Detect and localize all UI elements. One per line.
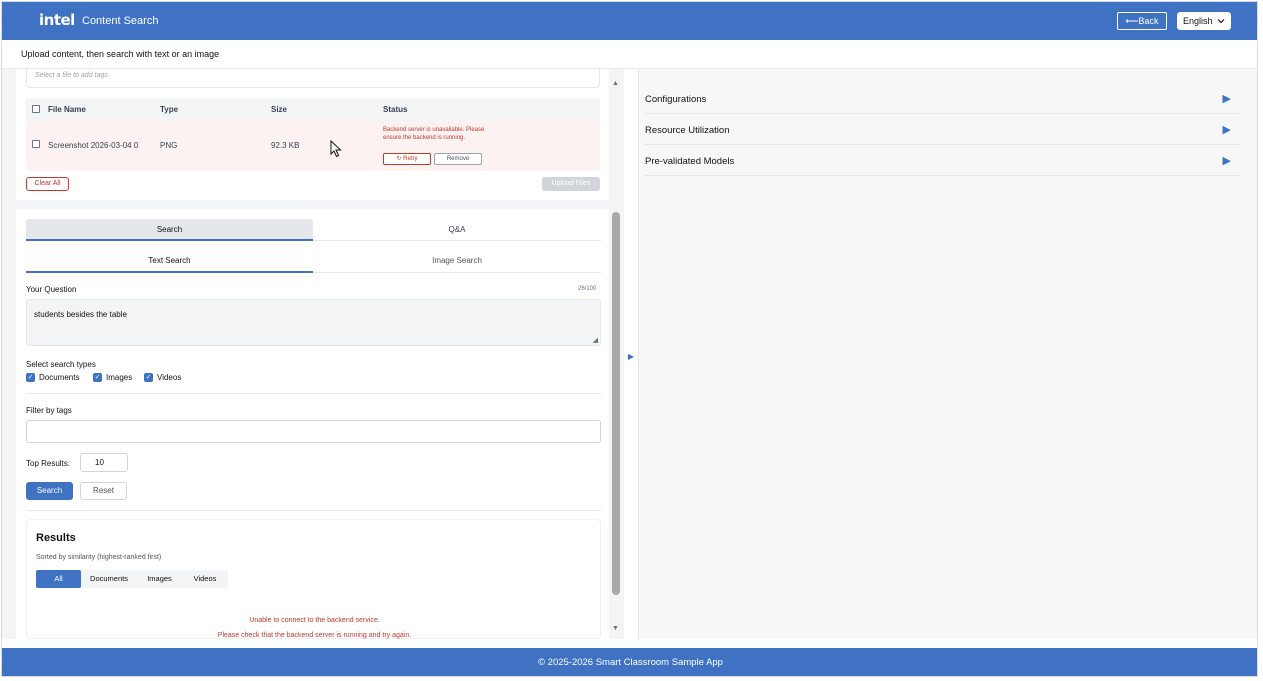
row-checkbox[interactable] bbox=[32, 140, 40, 148]
top-results-label: Top Results: bbox=[26, 459, 71, 468]
expand-arrow-icon: ▶ bbox=[1222, 93, 1231, 105]
filter-documents-button[interactable]: Documents bbox=[81, 570, 137, 588]
divider bbox=[26, 393, 601, 394]
filter-images-button[interactable]: Images bbox=[137, 570, 182, 588]
intel-logo: intel bbox=[39, 11, 75, 29]
subheader: Upload content, then search with text or… bbox=[2, 40, 1257, 69]
divider bbox=[26, 510, 601, 511]
accordion-configurations[interactable]: Configurations ▶ bbox=[644, 83, 1241, 114]
right-panel: Configurations ▶ Resource Utilization ▶ … bbox=[639, 69, 1257, 639]
results-error-title: Unable to connect to the backend service… bbox=[249, 617, 380, 624]
tab-qa[interactable]: Q&A bbox=[313, 219, 601, 241]
column-header-status: Status bbox=[383, 105, 408, 114]
clear-all-button[interactable]: Clear All bbox=[26, 177, 69, 191]
chevron-down-icon bbox=[1217, 13, 1225, 31]
checkmark-icon: ✓ bbox=[26, 373, 35, 382]
file-name: Screenshot 2026-03-04 0 bbox=[48, 141, 139, 150]
results-title: Results bbox=[36, 532, 76, 544]
results-filter-group: All Documents Images Videos bbox=[36, 570, 228, 588]
tab-search[interactable]: Search bbox=[26, 219, 313, 241]
file-table: File Name Type Size Status Screenshot 20… bbox=[26, 98, 600, 171]
accordion-pre-validated-models-label: Pre-validated Models bbox=[645, 156, 735, 167]
retry-button[interactable]: ↻ Retry bbox=[383, 153, 431, 165]
expand-arrow-icon: ▶ bbox=[1222, 155, 1231, 167]
accordion-resource-utilization-label: Resource Utilization bbox=[645, 125, 730, 136]
column-header-size: Size bbox=[271, 105, 288, 114]
results-error-detail: Please check that the backend server is … bbox=[217, 632, 412, 639]
mouse-cursor-icon bbox=[330, 139, 342, 158]
file-tags-placeholder: Select a file to add tags. bbox=[35, 72, 110, 79]
status-error-text: Backend server is unavailable. Please en… bbox=[383, 127, 485, 141]
search-button[interactable]: Search bbox=[26, 482, 73, 500]
language-select[interactable]: English bbox=[1177, 12, 1231, 30]
footer-text: © 2025-2026 Smart Classroom Sample App bbox=[538, 657, 723, 668]
results-subtitle: Sorted by similarity (highest-ranked fir… bbox=[36, 554, 162, 561]
accordion-configurations-label: Configurations bbox=[645, 94, 707, 105]
filter-tags-input[interactable] bbox=[26, 420, 601, 443]
column-header-file-name: File Name bbox=[48, 105, 86, 114]
filter-videos-button[interactable]: Videos bbox=[182, 570, 228, 588]
question-input[interactable]: students besides the table ◢ bbox=[26, 299, 601, 346]
type-images-label: Images bbox=[106, 373, 133, 382]
question-value: students besides the table bbox=[34, 310, 127, 319]
top-bar: intel Content Search ⟵Back English bbox=[2, 2, 1257, 40]
column-header-type: Type bbox=[160, 105, 179, 114]
language-value: English bbox=[1183, 16, 1213, 26]
checkmark-icon: ✓ bbox=[93, 373, 102, 382]
search-types-label: Select search types bbox=[26, 360, 96, 369]
type-documents-label: Documents bbox=[39, 373, 80, 382]
back-button[interactable]: ⟵Back bbox=[1117, 12, 1167, 30]
table-row: Screenshot 2026-03-04 0 PNG 92.3 KB Back… bbox=[26, 121, 600, 171]
upload-card: Select a file to add tags. File Name Typ… bbox=[16, 69, 609, 200]
type-videos-label: Videos bbox=[157, 373, 182, 382]
app-window: intel Content Search ⟵Back English Uploa… bbox=[1, 1, 1258, 677]
accordion-resource-utilization[interactable]: Resource Utilization ▶ bbox=[644, 114, 1241, 145]
subheader-text: Upload content, then search with text or… bbox=[21, 49, 220, 59]
question-label: Your Question bbox=[26, 285, 77, 294]
left-panel: Select a file to add tags. File Name Typ… bbox=[2, 69, 624, 639]
scroll-down-arrow-icon[interactable]: ▼ bbox=[612, 625, 619, 632]
scrollbar-thumb[interactable] bbox=[612, 212, 620, 595]
file-tags-field[interactable]: Select a file to add tags. bbox=[26, 69, 600, 88]
table-header: File Name Type Size Status bbox=[26, 98, 600, 121]
remove-button[interactable]: Remove bbox=[434, 153, 482, 165]
top-results-input[interactable]: 10 bbox=[80, 453, 128, 472]
accordion-pre-validated-models[interactable]: Pre-validated Models ▶ bbox=[644, 145, 1241, 176]
checkmark-icon: ✓ bbox=[144, 373, 153, 382]
reset-button[interactable]: Reset bbox=[80, 482, 127, 500]
select-all-checkbox[interactable] bbox=[32, 105, 40, 113]
file-size: 92.3 KB bbox=[271, 141, 300, 150]
filter-all-button[interactable]: All bbox=[36, 570, 81, 588]
results-card: Results Sorted by similarity (highest-ra… bbox=[26, 519, 601, 639]
scroll-up-arrow-icon[interactable]: ▲ bbox=[612, 80, 619, 87]
file-type: PNG bbox=[160, 141, 178, 150]
panel-toggle-icon[interactable]: ▶ bbox=[626, 352, 636, 362]
tab-text-search[interactable]: Text Search bbox=[26, 252, 313, 273]
search-card: Search Q&A Text Search Image Search Your… bbox=[16, 209, 609, 639]
upload-files-button[interactable]: Upload Files bbox=[542, 177, 600, 191]
character-counter: 26/100 bbox=[578, 286, 597, 292]
footer: © 2025-2026 Smart Classroom Sample App bbox=[2, 648, 1257, 676]
tab-image-search[interactable]: Image Search bbox=[313, 252, 601, 273]
app-title: Content Search bbox=[82, 15, 159, 27]
resize-handle-icon[interactable]: ◢ bbox=[593, 336, 598, 344]
expand-arrow-icon: ▶ bbox=[1222, 124, 1231, 136]
filter-tags-label: Filter by tags bbox=[26, 406, 72, 415]
